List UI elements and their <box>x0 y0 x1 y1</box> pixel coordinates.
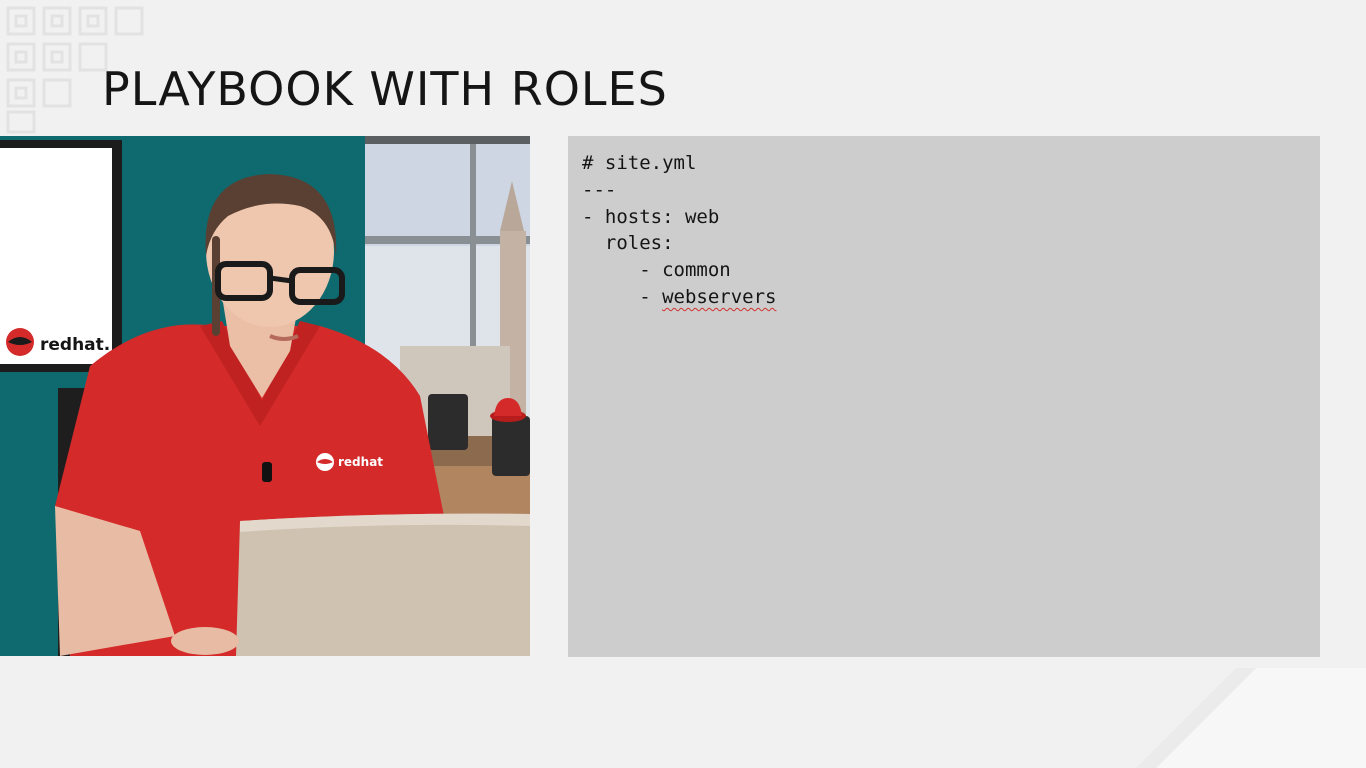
redhat-logo-icon <box>6 328 34 356</box>
code-line: roles: <box>582 230 1320 257</box>
code-text: --- <box>582 178 617 201</box>
presenter-video-scene: redhat. redhat <box>0 136 530 656</box>
code-text: # site.yml <box>582 152 697 174</box>
corner-shape-decoration <box>1136 668 1366 768</box>
code-text: - <box>582 285 663 308</box>
presenter-video: redhat. redhat <box>0 136 530 656</box>
shirt-logo-text: redhat <box>338 455 383 469</box>
code-text: roles: <box>582 232 674 255</box>
code-line: --- <box>582 177 1320 204</box>
code-line: - webservers <box>582 284 1320 311</box>
shirt-logo-icon <box>316 453 334 471</box>
code-line: - common <box>582 257 1320 284</box>
code-line: # site.yml <box>582 150 1320 177</box>
code-text: - common <box>582 259 731 282</box>
code-text: - hosts: web <box>582 205 720 228</box>
slide: PLAYBOOK WITH ROLES redhat. redhat # sit… <box>0 0 1366 768</box>
monitor-logo-text: redhat. <box>40 335 110 355</box>
spellcheck-word: webservers <box>662 285 777 308</box>
slide-title: PLAYBOOK WITH ROLES <box>102 62 668 116</box>
code-line: - hosts: web <box>582 204 1320 231</box>
code-panel: # site.yml --- - hosts: web roles: - com… <box>568 136 1320 657</box>
